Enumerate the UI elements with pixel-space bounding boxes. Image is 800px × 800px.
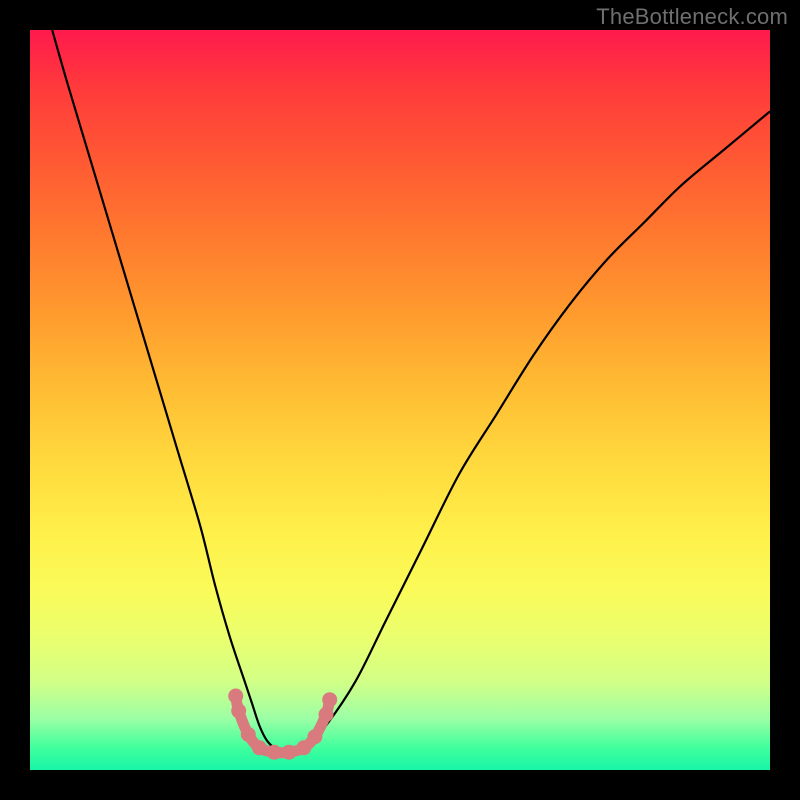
chart-svg: [30, 30, 770, 770]
bottleneck-curve: [52, 30, 770, 752]
plot-area: [30, 30, 770, 770]
curve-markers: [228, 689, 337, 760]
marker-dot: [241, 727, 256, 742]
marker-dot: [282, 745, 297, 760]
watermark-text: TheBottleneck.com: [596, 4, 788, 30]
marker-dot: [252, 740, 267, 755]
marker-dot: [322, 692, 337, 707]
marker-dot: [231, 703, 246, 718]
marker-dot: [307, 729, 322, 744]
marker-dot: [267, 745, 282, 760]
marker-dot: [319, 707, 334, 722]
marker-dot: [296, 740, 311, 755]
chart-frame: TheBottleneck.com: [0, 0, 800, 800]
marker-path: [236, 696, 330, 753]
marker-dot: [228, 689, 243, 704]
